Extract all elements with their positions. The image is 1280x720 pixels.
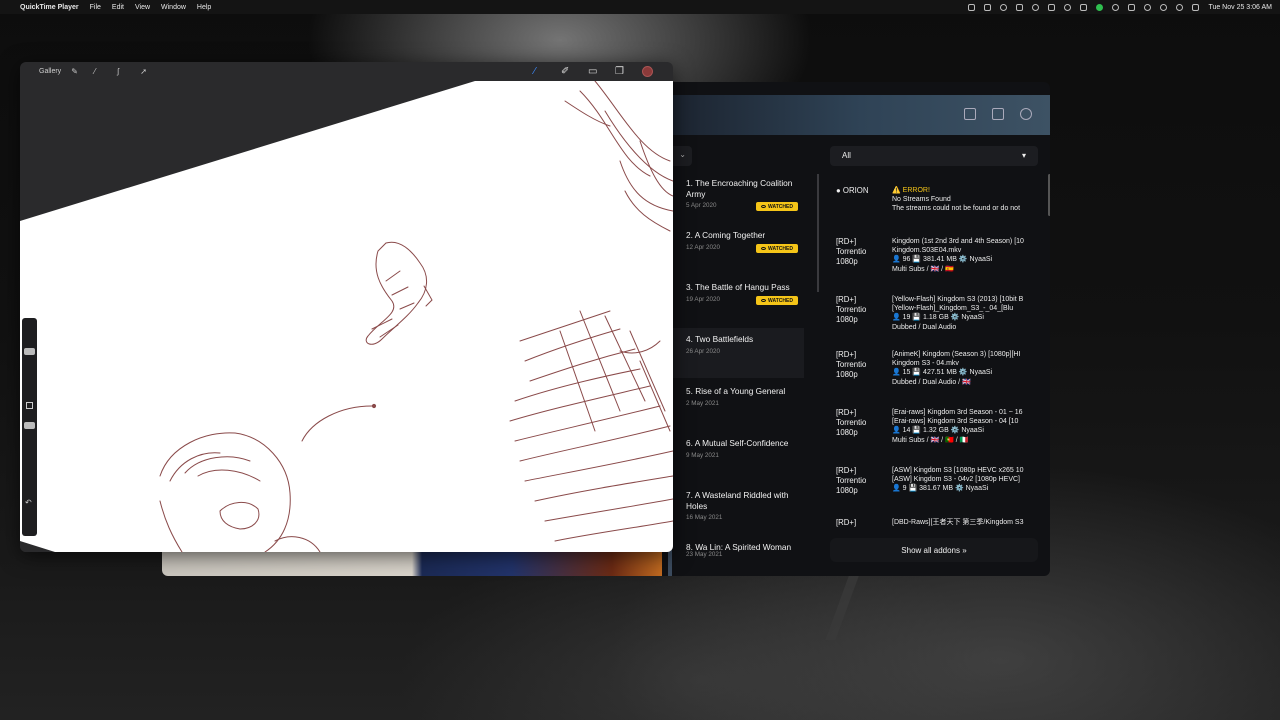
episode-date: 16 May 2021 <box>686 514 723 521</box>
episode-title: 1. The Encroaching Coalition Army <box>686 178 793 199</box>
eraser-icon[interactable]: ▭ <box>588 66 598 77</box>
episode-item[interactable]: 1. The Encroaching Coalition Army 5 Apr … <box>662 172 804 222</box>
stream-info: Kingdom (1st 2nd 3rd and 4th Season) [10… <box>892 238 1024 273</box>
record-icon[interactable] <box>1032 3 1040 11</box>
display-icon[interactable] <box>1016 3 1024 11</box>
moon-icon[interactable] <box>1160 3 1168 11</box>
list-divider <box>817 174 819 292</box>
episode-item[interactable]: 8. Wa Lin: A Spirited Woman 23 May 2021 <box>662 536 804 576</box>
undo-icon[interactable]: ↶ <box>25 498 32 507</box>
menu-app-name[interactable]: QuickTime Player <box>20 4 79 11</box>
drawing-toolbar: Gallery ✎ ⁄ ʃ ➚ ⁄ ✐ ▭ ❐ <box>20 62 673 81</box>
chevron-down-icon: ▾ <box>1021 151 1026 160</box>
episode-title: 6. A Mutual Self-Confidence <box>686 438 789 448</box>
screen-icon[interactable] <box>984 3 992 11</box>
stream-source: ● ORION <box>836 186 869 195</box>
status-area: Tue Nov 25 3:06 AM <box>968 3 1272 11</box>
eye-icon <box>761 247 767 250</box>
wrench-icon[interactable]: ✎ <box>71 67 79 76</box>
filter-dropdown-value: All <box>842 151 851 160</box>
episode-title: 2. A Coming Together <box>686 230 766 240</box>
color-picker[interactable] <box>642 66 653 77</box>
modify-button[interactable] <box>26 402 33 409</box>
cloud-icon[interactable] <box>968 3 976 11</box>
watched-badge: WATCHED <box>756 244 798 253</box>
show-all-addons-button[interactable]: Show all addons » <box>830 538 1038 562</box>
transform-icon[interactable]: ➚ <box>140 67 148 76</box>
layers-icon[interactable]: ❐ <box>615 66 625 77</box>
shield-icon[interactable] <box>1000 3 1008 11</box>
episode-title: 7. A Wasteland Riddled with Holes <box>686 490 789 511</box>
watched-badge: WATCHED <box>756 202 798 211</box>
search-icon[interactable] <box>1176 3 1184 11</box>
episode-item[interactable]: 6. A Mutual Self-Confidence 9 May 2021 <box>662 432 804 482</box>
episode-item[interactable]: 4. Two Battlefields 26 Apr 2020 <box>662 328 804 378</box>
episode-date: 12 Apr 2020 <box>686 244 720 251</box>
stream-info: [Yellow-Flash] Kingdom S3 (2013) [10bit … <box>892 296 1024 331</box>
menu-file[interactable]: File <box>90 4 101 11</box>
video-preview <box>162 552 662 576</box>
episode-date: 23 May 2021 <box>686 551 723 558</box>
episode-item[interactable]: 2. A Coming Together 12 Apr 2020 WATCHED <box>662 224 804 274</box>
episode-title: 5. Rise of a Young General <box>686 386 786 396</box>
stream-source: [RD+] Torrentio 1080p <box>836 237 867 266</box>
stream-list-scrollbar[interactable] <box>1048 174 1050 216</box>
stream-source: [RD+] Torrentio 1080p <box>836 295 867 324</box>
drawing-app-window: Gallery ✎ ⁄ ʃ ➚ ⁄ ✐ ▭ ❐ ↶ <box>20 62 673 552</box>
stream-source: [RD+] Torrentio 1080p <box>836 350 867 379</box>
menu-view[interactable]: View <box>135 4 150 11</box>
control-center-icon[interactable] <box>1192 3 1200 11</box>
keyboard-icon[interactable] <box>1080 3 1088 11</box>
size-slider-handle[interactable] <box>24 348 35 355</box>
episode-item[interactable]: 5. Rise of a Young General 2 May 2021 <box>662 380 804 430</box>
episode-item[interactable]: 3. The Battle of Hangu Pass 19 Apr 2020 … <box>662 276 804 326</box>
globe-icon[interactable] <box>1064 3 1072 11</box>
battery-icon[interactable] <box>1128 3 1136 11</box>
external-link-icon[interactable] <box>964 108 976 120</box>
stream-info: ⚠️ ERROR! No Streams Found The streams c… <box>892 187 1021 213</box>
stream-source: [RD+] Torrentio 1080p <box>836 408 867 437</box>
drawing-tools-right: ⁄ ✐ ▭ ❐ <box>534 66 653 77</box>
eye-icon <box>761 205 767 208</box>
smudge-icon[interactable]: ✐ <box>561 66 571 77</box>
magic-wand-icon[interactable]: ⁄ <box>94 67 102 76</box>
fullscreen-icon[interactable] <box>992 108 1004 120</box>
wifi-icon[interactable] <box>1144 3 1152 11</box>
brush-icon[interactable]: ⁄ <box>534 66 544 77</box>
menu-edit[interactable]: Edit <box>112 4 124 11</box>
watched-badge: WATCHED <box>756 296 798 305</box>
drawing-canvas[interactable] <box>20 81 673 552</box>
brush-size-slider[interactable]: ↶ <box>22 318 37 536</box>
episode-item[interactable]: 7. A Wasteland Riddled with Holes 16 May… <box>662 484 804 534</box>
menu-bar: QuickTime Player File Edit View Window H… <box>0 0 1280 14</box>
menu-help[interactable]: Help <box>197 4 211 11</box>
episode-date: 9 May 2021 <box>686 452 719 459</box>
stream-source: [RD+] <box>836 518 857 527</box>
episode-date: 26 Apr 2020 <box>686 348 720 355</box>
eye-icon <box>761 299 767 302</box>
selection-icon[interactable]: ʃ <box>117 67 125 76</box>
gallery-button[interactable]: Gallery <box>39 68 61 75</box>
stream-info: [AnimeK] Kingdom (Season 3) [1080p][HI Ki… <box>892 351 1021 386</box>
menu-window[interactable]: Window <box>161 4 186 11</box>
episode-date: 5 Apr 2020 <box>686 202 717 209</box>
app-status-icon[interactable] <box>1096 3 1104 11</box>
episode-date: 19 Apr 2020 <box>686 296 720 303</box>
bag-icon[interactable] <box>1048 3 1056 11</box>
addon-logo-icon: ● <box>836 186 843 195</box>
stream-info: [ASW] Kingdom S3 [1080p HEVC x265 10 [ASW… <box>892 467 1024 493</box>
episode-title: 4. Two Battlefields <box>686 334 754 344</box>
stream-source: [RD+] Torrentio 1080p <box>836 466 867 495</box>
play-icon[interactable] <box>1112 3 1120 11</box>
menu-datetime[interactable]: Tue Nov 25 3:06 AM <box>1208 4 1272 11</box>
episode-date: 2 May 2021 <box>686 400 719 407</box>
opacity-slider-handle[interactable] <box>24 422 35 429</box>
episode-title: 3. The Battle of Hangu Pass <box>686 282 790 292</box>
filter-dropdown[interactable]: All ▾ <box>830 146 1038 166</box>
stream-info: [DBD-Raws][王者天下 第三季/Kingdom S3 <box>892 519 1024 526</box>
window-controls <box>964 108 1032 120</box>
stream-info: [Erai-raws] Kingdom 3rd Season - 01 ~ 16… <box>892 409 1023 444</box>
user-icon[interactable] <box>1020 108 1032 120</box>
